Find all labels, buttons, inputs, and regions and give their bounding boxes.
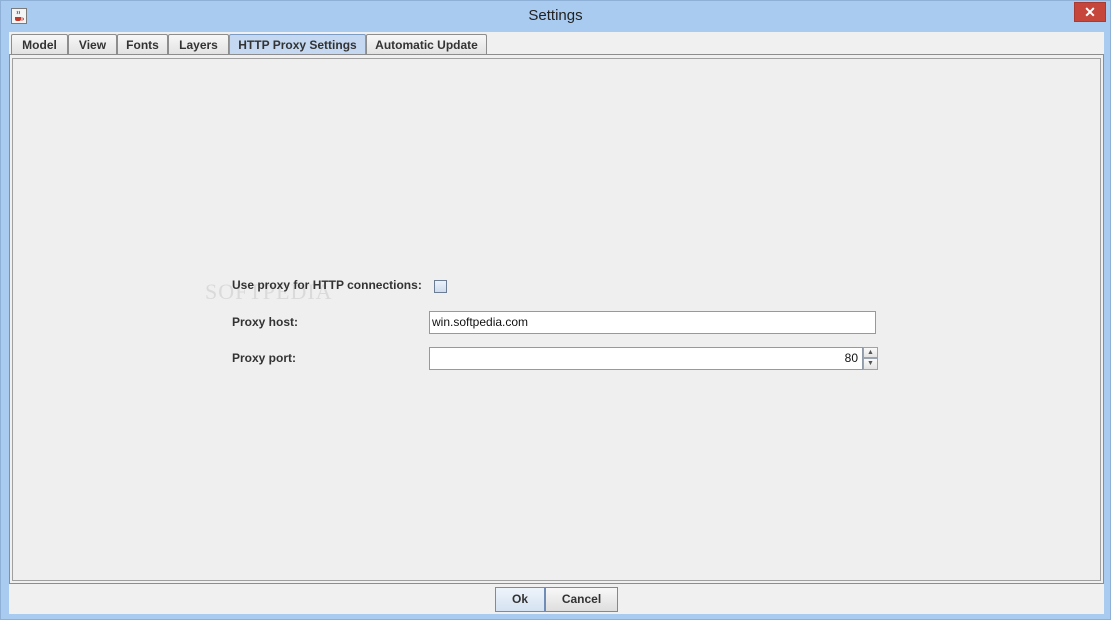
proxy-port-label: Proxy port: [232,351,297,365]
settings-window: Settings ✕ Model View Fonts Layers HTTP … [0,0,1111,620]
port-increment-button[interactable]: ▲ [863,347,878,358]
proxy-settings-panel: SOFTPEDIA Use proxy for HTTP connections… [12,58,1101,581]
proxy-host-input[interactable]: win.softpedia.com [429,311,876,334]
proxy-host-label: Proxy host: [232,315,299,329]
proxy-port-input[interactable]: 80 [429,347,863,370]
use-proxy-checkbox[interactable] [434,280,447,293]
close-button[interactable]: ✕ [1074,2,1106,22]
tab-fonts[interactable]: Fonts [117,34,168,54]
close-icon: ✕ [1084,4,1096,20]
tab-model[interactable]: Model [11,34,68,54]
ok-button[interactable]: Ok [495,587,545,612]
cancel-button[interactable]: Cancel [545,587,618,612]
tab-panel: SOFTPEDIA Use proxy for HTTP connections… [9,54,1104,584]
port-decrement-button[interactable]: ▼ [863,358,878,370]
title-bar[interactable]: Settings ✕ [1,1,1110,32]
use-proxy-label: Use proxy for HTTP connections: [232,278,422,292]
tab-http-proxy-settings[interactable]: HTTP Proxy Settings [229,34,366,55]
window-title: Settings [528,7,583,24]
tab-view[interactable]: View [68,34,117,54]
tab-layers[interactable]: Layers [168,34,229,54]
dialog-content: Model View Fonts Layers HTTP Proxy Setti… [9,32,1104,614]
tab-automatic-update[interactable]: Automatic Update [366,34,487,54]
